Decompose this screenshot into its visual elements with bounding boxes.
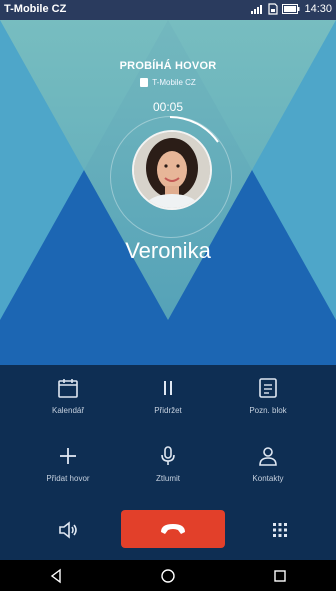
hang-up-icon [161, 524, 185, 534]
clock: 14:30 [304, 3, 332, 15]
status-bar: T-Mobile CZ 14:30 [0, 0, 336, 20]
recents-button[interactable] [270, 566, 290, 586]
speaker-button[interactable] [56, 518, 80, 542]
carrier-label: T-Mobile CZ [4, 3, 67, 15]
notes-label: Pozn. blok [249, 406, 287, 415]
calendar-button[interactable]: Kalendář [23, 376, 113, 415]
sim-card-icon [140, 78, 149, 87]
dialpad-button[interactable] [268, 518, 292, 542]
plus-icon [56, 444, 80, 468]
network-name: T-Mobile CZ [152, 78, 196, 87]
contact-name: Veronika [125, 238, 211, 263]
add-call-button[interactable]: Přidat hovor [23, 444, 113, 483]
mute-button[interactable]: Ztlumit [123, 444, 213, 483]
sim-icon [268, 3, 279, 15]
back-button[interactable] [46, 566, 66, 586]
home-icon [161, 568, 175, 583]
speaker-icon [59, 521, 77, 539]
battery-icon [282, 4, 300, 14]
calendar-icon [56, 376, 80, 400]
signal-icon [250, 4, 264, 15]
end-call-button[interactable] [121, 510, 225, 548]
call-timer: 00:05 [152, 100, 184, 114]
home-button[interactable] [158, 566, 178, 586]
add-call-label: Přidat hovor [46, 474, 90, 483]
back-icon [50, 568, 61, 583]
contacts-button[interactable]: Kontakty [223, 444, 313, 483]
mute-label: Ztlumit [156, 474, 180, 483]
call-screen: T-Mobile CZ 14:30 PROBÍHÁ HOVOR T-Mobile… [0, 0, 336, 591]
contacts-label: Kontakty [252, 474, 284, 483]
hold-label: Přidržet [154, 406, 182, 415]
dialpad-icon [273, 523, 287, 537]
notes-button[interactable]: Pozn. blok [223, 376, 313, 415]
call-header: PROBÍHÁ HOVOR T-Mobile CZ 00:05 Veronika [0, 20, 336, 365]
hold-button[interactable]: Přidržet [123, 376, 213, 415]
note-icon [256, 376, 280, 400]
call-state-label: PROBÍHÁ HOVOR [119, 60, 217, 72]
person-icon [256, 444, 280, 468]
pause-icon [156, 376, 180, 400]
navigation-bar [0, 560, 336, 591]
status-icons: 14:30 [250, 3, 332, 15]
network-label: T-Mobile CZ [0, 78, 336, 87]
calendar-label: Kalendář [51, 406, 85, 415]
contact-avatar [132, 130, 212, 210]
recents-icon [274, 569, 286, 582]
microphone-icon [156, 444, 180, 468]
